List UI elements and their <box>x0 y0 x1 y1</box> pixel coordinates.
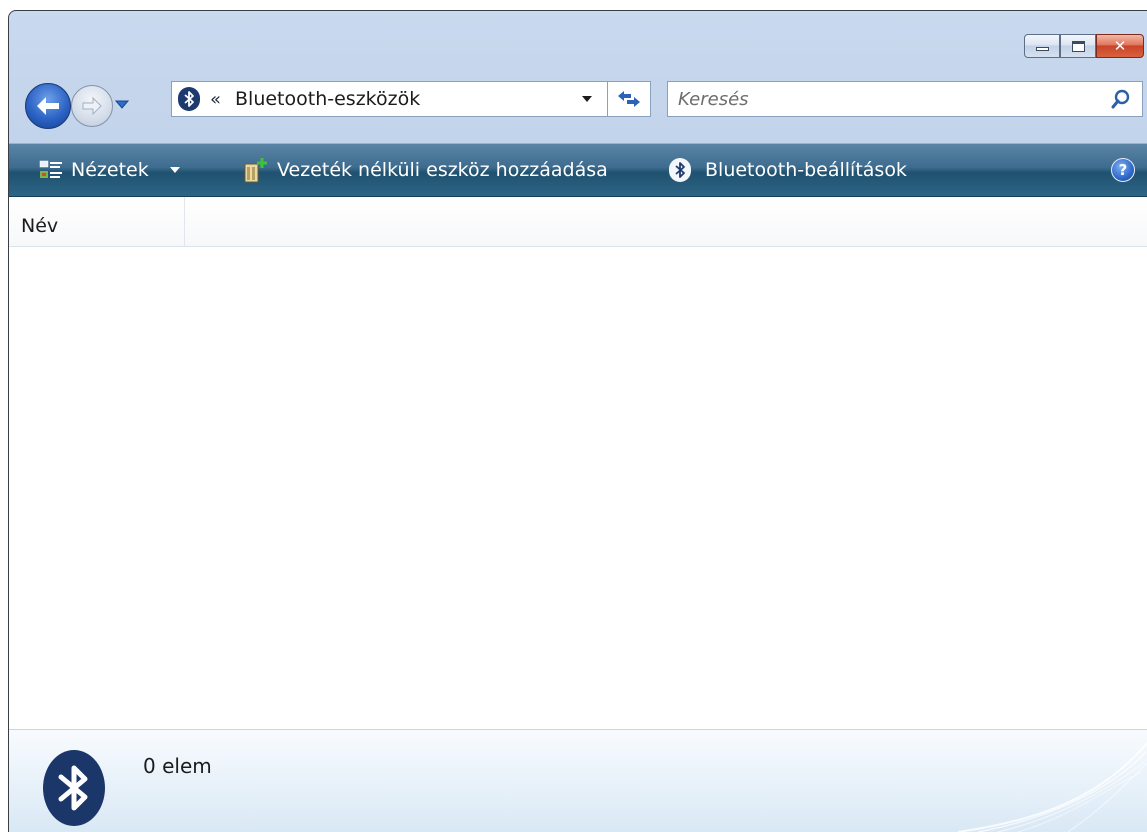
maximize-icon <box>1071 40 1085 52</box>
bluetooth-settings-button[interactable]: Bluetooth-beállítások <box>669 144 907 196</box>
bluetooth-icon <box>178 87 200 111</box>
minimize-icon <box>1035 47 1049 51</box>
decorative-swoosh <box>957 741 1147 832</box>
back-arrow-icon <box>37 97 59 115</box>
views-button[interactable]: Nézetek <box>39 144 181 196</box>
help-icon[interactable]: ? <box>1111 158 1135 182</box>
bluetooth-settings-label: Bluetooth-beállítások <box>705 159 907 181</box>
breadcrumb-bluetooth-devices[interactable]: Bluetooth-eszközök <box>235 88 579 110</box>
command-bar: Nézetek Vezeték nélküli eszköz hozzáadás… <box>9 143 1147 197</box>
chevron-down-icon <box>169 167 180 173</box>
address-bar[interactable]: « Bluetooth-eszközök <box>171 81 651 117</box>
search-icon[interactable] <box>1106 84 1136 114</box>
breadcrumb-overflow[interactable]: « <box>210 89 221 110</box>
forward-arrow-icon <box>82 96 102 116</box>
search-input[interactable] <box>668 83 1106 115</box>
item-count: 0 elem <box>143 754 212 778</box>
column-header-row: Név <box>9 197 1147 247</box>
explorer-window: ✕ « Bluetooth-eszközök Keresés Nézetek V… <box>8 10 1147 832</box>
add-wireless-device-button[interactable]: Vezeték nélküli eszköz hozzáadása <box>241 144 608 196</box>
close-button[interactable]: ✕ <box>1096 34 1144 58</box>
close-icon: ✕ <box>1113 36 1127 55</box>
address-dropdown-button[interactable] <box>579 91 595 107</box>
details-pane: 0 elem <box>9 729 1147 832</box>
chevron-down-icon <box>582 96 592 102</box>
forward-button[interactable] <box>71 85 113 127</box>
views-label: Nézetek <box>71 159 149 181</box>
column-header-name[interactable]: Név <box>9 197 185 246</box>
bluetooth-icon <box>669 158 691 182</box>
maximize-button[interactable] <box>1060 34 1096 58</box>
file-list[interactable] <box>9 247 1147 729</box>
add-device-icon <box>244 158 267 183</box>
bluetooth-icon <box>43 750 105 826</box>
minimize-button[interactable] <box>1024 34 1060 58</box>
refresh-button[interactable] <box>608 82 650 116</box>
back-button[interactable] <box>25 83 71 129</box>
recent-pages-dropdown[interactable] <box>115 99 129 109</box>
refresh-icon <box>618 91 640 107</box>
add-wireless-device-label: Vezeték nélküli eszköz hozzáadása <box>277 159 608 181</box>
views-icon <box>39 160 62 178</box>
search-box[interactable] <box>667 81 1143 117</box>
window-controls: ✕ <box>1024 34 1144 58</box>
